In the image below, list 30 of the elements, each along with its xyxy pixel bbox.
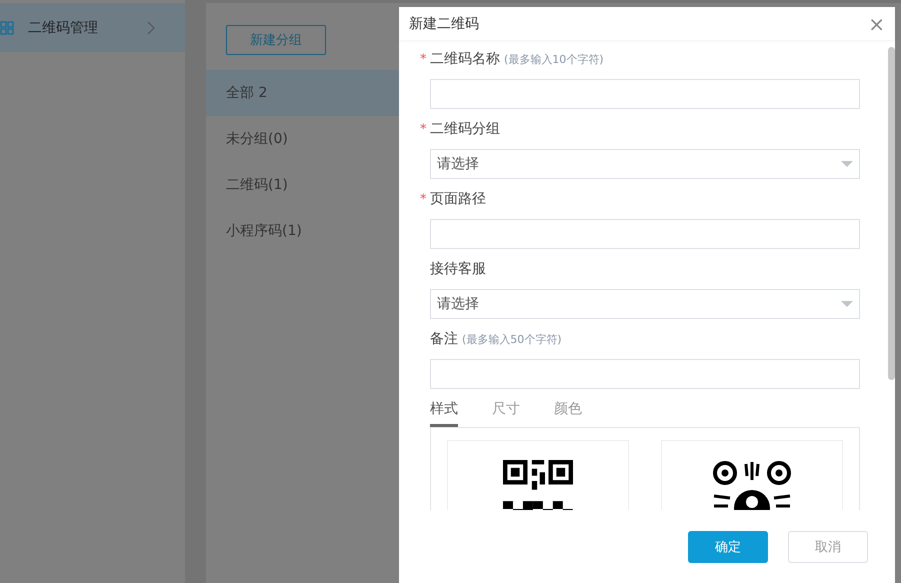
input-field[interactable]	[430, 219, 860, 249]
caret-icon	[841, 301, 853, 307]
tab[interactable]: 样式	[430, 400, 458, 427]
field-hint: (最多输入50个字符)	[462, 332, 562, 347]
close-button[interactable]: ×	[868, 14, 885, 34]
required-mark: *	[420, 122, 426, 137]
tab[interactable]: 颜色	[554, 400, 582, 427]
select-field[interactable]: 请选择	[430, 289, 860, 319]
input-field[interactable]	[430, 359, 860, 389]
input-field[interactable]	[430, 79, 860, 109]
caret-icon	[841, 161, 853, 167]
required-mark: *	[420, 192, 426, 207]
sidebar-item[interactable]: 二维码管理	[0, 3, 185, 52]
tab[interactable]: 尺寸	[492, 400, 520, 427]
field-hint: (最多输入10个字符)	[504, 52, 604, 67]
new-group-button[interactable]: 新建分组	[226, 25, 326, 55]
field-label: 页面路径	[430, 190, 486, 208]
confirm-button[interactable]: 确定	[688, 530, 768, 562]
select-field[interactable]: 请选择	[430, 149, 860, 179]
cancel-button[interactable]: 取消	[788, 530, 868, 562]
grid-icon	[0, 20, 14, 34]
dialog-title: 新建二维码	[409, 14, 479, 32]
scrollbar[interactable]	[888, 47, 895, 380]
field-label: 二维码分组	[430, 120, 500, 138]
field-label: 备注	[430, 330, 458, 348]
field-label: 接待客服	[430, 260, 486, 278]
chevron-right-icon	[147, 20, 155, 34]
field-label: 二维码名称	[430, 50, 500, 68]
required-mark: *	[420, 52, 426, 67]
round-code-icon	[712, 460, 792, 510]
